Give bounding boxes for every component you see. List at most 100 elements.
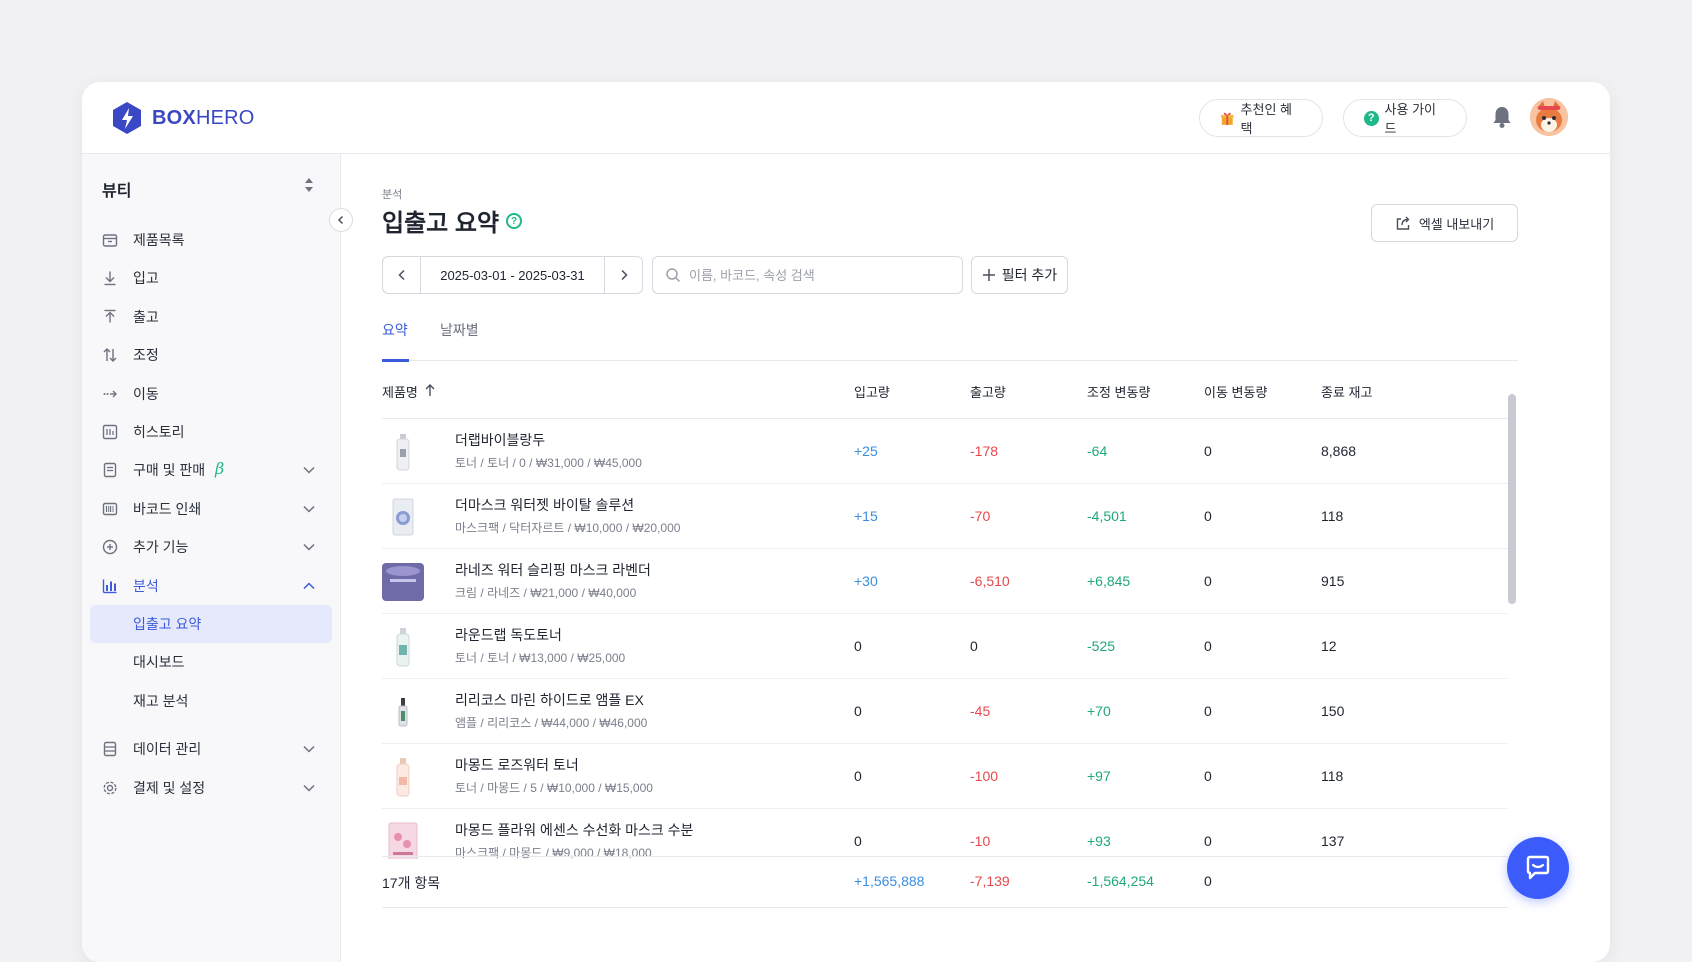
adjustment-qty: -64 — [1087, 443, 1108, 459]
outbound-qty: 0 — [970, 638, 978, 654]
ending-stock: 12 — [1321, 638, 1337, 654]
outbound-qty: -100 — [970, 768, 999, 784]
boxhero-logo[interactable]: BOXHERO — [112, 101, 255, 135]
transfer-qty: 0 — [1204, 768, 1212, 784]
filter-label: 필터 추가 — [1001, 267, 1058, 283]
chevron-up-icon — [303, 582, 315, 590]
column-adjustment[interactable]: 조정 변동량 — [1087, 382, 1150, 401]
column-ending-stock[interactable]: 종료 재고 — [1321, 382, 1372, 401]
sidebar-item-billing-settings[interactable]: 결제 및 설정 — [90, 769, 332, 807]
chevron-left-icon — [397, 269, 405, 281]
top-bar: BOXHERO 추천인 혜택 ? 사용 가이드 — [82, 82, 1610, 154]
chevron-down-icon — [303, 466, 315, 474]
table-row[interactable]: 마몽드 플라워 에센스 수선화 마스크 수분 마스크팩 / 마몽드 / ₩9,0… — [382, 809, 1508, 859]
transfer-qty: 0 — [1204, 638, 1212, 654]
column-outbound[interactable]: 출고량 — [970, 382, 1006, 401]
sidebar-subitem-inout-summary[interactable]: 입출고 요약 — [90, 605, 332, 643]
user-avatar[interactable] — [1530, 98, 1568, 136]
help-icon[interactable]: ? — [506, 213, 522, 229]
sidebar-item-history[interactable]: 히스토리 — [90, 413, 332, 451]
table-row[interactable]: 리리코스 마린 하이드로 앰플 EX 앰플 / 리리코스 / ₩44,000 /… — [382, 679, 1508, 744]
sidebar-item-inbound[interactable]: 입고 — [90, 259, 332, 297]
product-thumbnail — [382, 691, 424, 733]
product-thumbnail — [382, 821, 424, 859]
sidebar-item-purchase-sales[interactable]: 구매 및 판매 β — [90, 451, 332, 489]
sidebar-item-analysis[interactable]: 분석 — [90, 567, 332, 605]
chevron-down-icon — [303, 784, 315, 792]
referral-label: 추천인 혜택 — [1240, 102, 1292, 136]
workspace-name[interactable]: 뷰티 — [102, 177, 131, 201]
sidebar-item-label: 분석 — [133, 578, 159, 594]
product-thumbnail — [382, 496, 424, 538]
table-row[interactable]: 마몽드 로즈워터 토너 토너 / 마몽드 / 5 / ₩10,000 / ₩15… — [382, 744, 1508, 809]
table-row[interactable]: 라네즈 워터 슬리핑 마스크 라벤더 크림 / 라네즈 / ₩21,000 / … — [382, 549, 1508, 614]
chat-bubble-icon — [1526, 855, 1550, 880]
sidebar-subitem-dashboard[interactable]: 대시보드 — [90, 643, 332, 681]
column-inbound[interactable]: 입고량 — [854, 382, 890, 401]
sidebar-item-adjust[interactable]: 조정 — [90, 336, 332, 374]
plus-icon — [982, 269, 995, 281]
plus-circle-icon — [102, 539, 118, 555]
excel-export-button[interactable]: 엑셀 내보내기 — [1371, 204, 1518, 242]
sidebar-item-move[interactable]: 이동 — [90, 375, 332, 413]
product-name: 마몽드 로즈워터 토너 — [455, 757, 579, 773]
product-thumbnail — [382, 431, 424, 473]
chevron-left-icon — [337, 215, 344, 225]
chat-support-button[interactable] — [1507, 837, 1569, 899]
product-name: 리리코스 마린 하이드로 앰플 EX — [455, 692, 644, 708]
next-period-button[interactable] — [604, 257, 642, 293]
chevron-down-icon — [303, 505, 315, 513]
date-range-value[interactable]: 2025-03-01 - 2025-03-31 — [421, 257, 604, 293]
sidebar-item-label: 이동 — [133, 386, 159, 402]
inbound-qty: +25 — [854, 443, 878, 459]
sidebar-item-barcode-print[interactable]: 바코드 인쇄 — [90, 490, 332, 528]
sidebar-item-label: 데이터 관리 — [133, 741, 202, 757]
user-guide-button[interactable]: ? 사용 가이드 — [1343, 99, 1467, 137]
sidebar-item-label: 바코드 인쇄 — [133, 501, 202, 517]
export-label: 엑셀 내보내기 — [1418, 216, 1495, 232]
chevron-down-icon — [303, 543, 315, 551]
prev-period-button[interactable] — [383, 257, 421, 293]
ending-stock: 150 — [1321, 703, 1345, 719]
sidebar-item-add-ons[interactable]: 추가 기능 — [90, 528, 332, 566]
transfer-qty: 0 — [1204, 508, 1212, 524]
product-meta: 토너 / 마몽드 / 5 / ₩10,000 / ₩15,000 — [455, 781, 653, 795]
gear-icon — [103, 781, 117, 795]
product-thumbnail — [382, 626, 424, 668]
column-product-name[interactable]: 제품명 — [382, 382, 436, 401]
sidebar-item-products[interactable]: 제품목록 — [90, 221, 332, 259]
outbound-qty: -6,510 — [970, 573, 1010, 589]
tab-summary[interactable]: 요약 — [382, 316, 409, 362]
column-transfer[interactable]: 이동 변동량 — [1204, 382, 1267, 401]
inbound-qty: 0 — [854, 638, 862, 654]
app-window: BOXHERO 추천인 혜택 ? 사용 가이드 뷰티 제품목록 입고 출고 조정… — [82, 82, 1610, 962]
table-scrollbar[interactable] — [1508, 394, 1516, 604]
adjustment-qty: +70 — [1087, 703, 1111, 719]
arrow-down-icon — [104, 271, 116, 286]
product-name: 마몽드 플라워 에센스 수선화 마스크 수분 — [455, 822, 694, 838]
transfer-qty: 0 — [1204, 573, 1212, 589]
breadcrumb[interactable]: 분석 — [382, 186, 402, 202]
database-icon — [103, 741, 117, 757]
adjustment-qty: +93 — [1087, 833, 1111, 849]
product-thumbnail — [382, 756, 424, 798]
item-count: 17개 항목 — [382, 875, 441, 891]
sidebar-collapse-button[interactable] — [329, 208, 353, 232]
transfer-qty: 0 — [1204, 833, 1212, 849]
table-row[interactable]: 더마스크 워터젯 바이탈 솔루션 마스크팩 / 닥터자르트 / ₩10,000 … — [382, 484, 1508, 549]
bell-icon[interactable] — [1488, 103, 1516, 131]
help-circle-icon: ? — [1364, 110, 1379, 126]
table-footer-totals: 17개 항목 +1,565,888 -7,139 -1,564,254 0 — [382, 856, 1508, 908]
search-input[interactable] — [689, 267, 949, 283]
table-row[interactable]: 라운드랩 독도토너 토너 / 토너 / ₩13,000 / ₩25,000 0 … — [382, 614, 1508, 679]
tab-by-date[interactable]: 날짜별 — [440, 316, 479, 361]
sidebar-item-outbound[interactable]: 출고 — [90, 298, 332, 336]
table-row[interactable]: 더랩바이블랑두 토너 / 토너 / 0 / ₩31,000 / ₩45,000 … — [382, 419, 1508, 484]
product-meta: 토너 / 토너 / ₩13,000 / ₩25,000 — [455, 651, 626, 665]
sort-updown-icon[interactable] — [304, 177, 314, 193]
sidebar-subitem-stock-analysis[interactable]: 재고 분석 — [90, 682, 332, 720]
referral-button[interactable]: 추천인 혜택 — [1199, 99, 1323, 137]
add-filter-button[interactable]: 필터 추가 — [971, 256, 1068, 294]
sidebar-item-data-management[interactable]: 데이터 관리 — [90, 730, 332, 768]
sidebar-item-label: 제품목록 — [133, 232, 185, 248]
